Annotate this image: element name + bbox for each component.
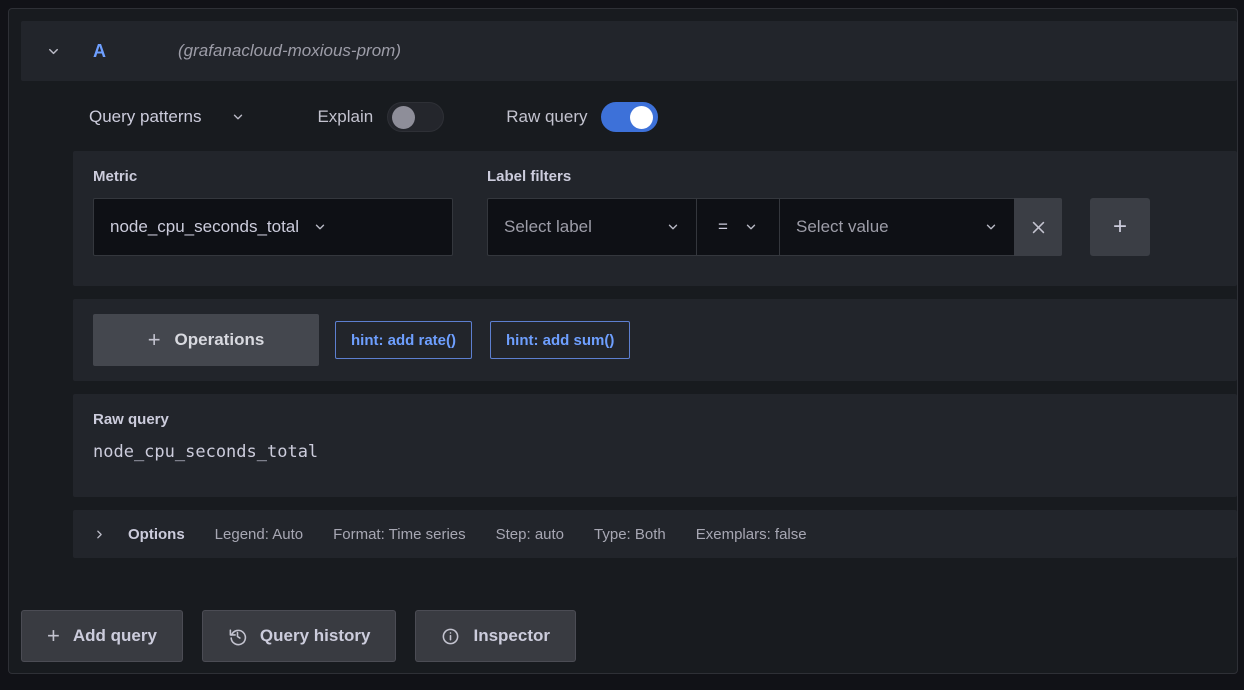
options-exemplars: Exemplars: false xyxy=(696,526,807,543)
chevron-down-icon xyxy=(313,220,327,234)
raw-query-toggle[interactable] xyxy=(601,102,658,132)
hint-add-rate-button[interactable]: hint: add rate() xyxy=(335,321,472,359)
hint-add-sum-button[interactable]: hint: add sum() xyxy=(490,321,630,359)
datasource-note: (grafanacloud-moxious-prom) xyxy=(178,41,401,61)
options-step: Step: auto xyxy=(496,526,564,543)
chevron-down-icon[interactable] xyxy=(231,110,245,124)
add-query-label: Add query xyxy=(73,626,157,646)
query-editor-panel: A (grafanacloud-moxious-prom) Query patt… xyxy=(8,8,1238,674)
options-title: Options xyxy=(128,526,185,543)
metric-field: Metric node_cpu_seconds_total xyxy=(93,168,453,270)
explain-toggle[interactable] xyxy=(387,102,444,132)
label-filter-row: Select label = Select value xyxy=(487,198,1062,256)
query-patterns-button[interactable]: Query patterns xyxy=(89,107,201,127)
raw-query-label: Raw query xyxy=(506,107,587,127)
history-icon xyxy=(228,627,247,646)
info-icon xyxy=(441,627,460,646)
explain-label: Explain xyxy=(317,107,373,127)
operations-panel: + Operations hint: add rate() hint: add … xyxy=(73,299,1237,381)
metric-select-value: node_cpu_seconds_total xyxy=(110,217,299,237)
remove-filter-button[interactable] xyxy=(1014,198,1062,256)
query-history-label: Query history xyxy=(260,626,371,646)
metric-filters-panel: Metric node_cpu_seconds_total Label filt… xyxy=(73,151,1237,286)
options-row[interactable]: Options Legend: Auto Format: Time series… xyxy=(73,510,1237,558)
raw-query-panel: Raw query node_cpu_seconds_total xyxy=(73,394,1237,497)
label-filters-field: Label filters Select label = xyxy=(487,168,1150,270)
filter-label-placeholder: Select label xyxy=(504,217,592,237)
filter-operator-select[interactable]: = xyxy=(696,198,779,256)
options-format: Format: Time series xyxy=(333,526,466,543)
label-filters-label: Label filters xyxy=(487,168,1150,185)
close-icon xyxy=(1030,219,1047,236)
inspector-button[interactable]: Inspector xyxy=(415,610,576,662)
operations-button-label: Operations xyxy=(175,330,265,350)
raw-query-title: Raw query xyxy=(93,411,1217,428)
add-query-button[interactable]: + Add query xyxy=(21,610,183,662)
chevron-down-icon xyxy=(744,220,758,234)
query-row-header[interactable]: A (grafanacloud-moxious-prom) xyxy=(21,21,1237,81)
filter-operator-value: = xyxy=(718,217,728,237)
filter-value-placeholder: Select value xyxy=(796,217,889,237)
filter-label-select[interactable]: Select label xyxy=(487,198,696,256)
add-filter-button[interactable]: + xyxy=(1090,198,1150,256)
filter-value-select[interactable]: Select value xyxy=(779,198,1014,256)
chevron-right-icon[interactable] xyxy=(93,528,106,541)
chevron-down-icon[interactable] xyxy=(46,44,61,59)
raw-query-code: node_cpu_seconds_total xyxy=(93,442,1217,462)
footer-toolbar: + Add query Query history Inspector xyxy=(21,610,1237,662)
query-toolbar: Query patterns Explain Raw query xyxy=(73,96,1237,138)
metric-field-label: Metric xyxy=(93,168,453,185)
chevron-down-icon xyxy=(984,220,998,234)
options-type: Type: Both xyxy=(594,526,666,543)
toggle-knob xyxy=(630,106,653,129)
plus-icon: + xyxy=(47,623,60,649)
plus-icon: + xyxy=(148,327,161,353)
metric-select[interactable]: node_cpu_seconds_total xyxy=(93,198,453,256)
add-operations-button[interactable]: + Operations xyxy=(93,314,319,366)
toggle-knob xyxy=(392,106,415,129)
inspector-label: Inspector xyxy=(473,626,550,646)
query-ref-id: A xyxy=(93,41,106,62)
options-legend: Legend: Auto xyxy=(215,526,303,543)
query-history-button[interactable]: Query history xyxy=(202,610,397,662)
plus-icon: + xyxy=(1113,213,1127,241)
chevron-down-icon xyxy=(666,220,680,234)
